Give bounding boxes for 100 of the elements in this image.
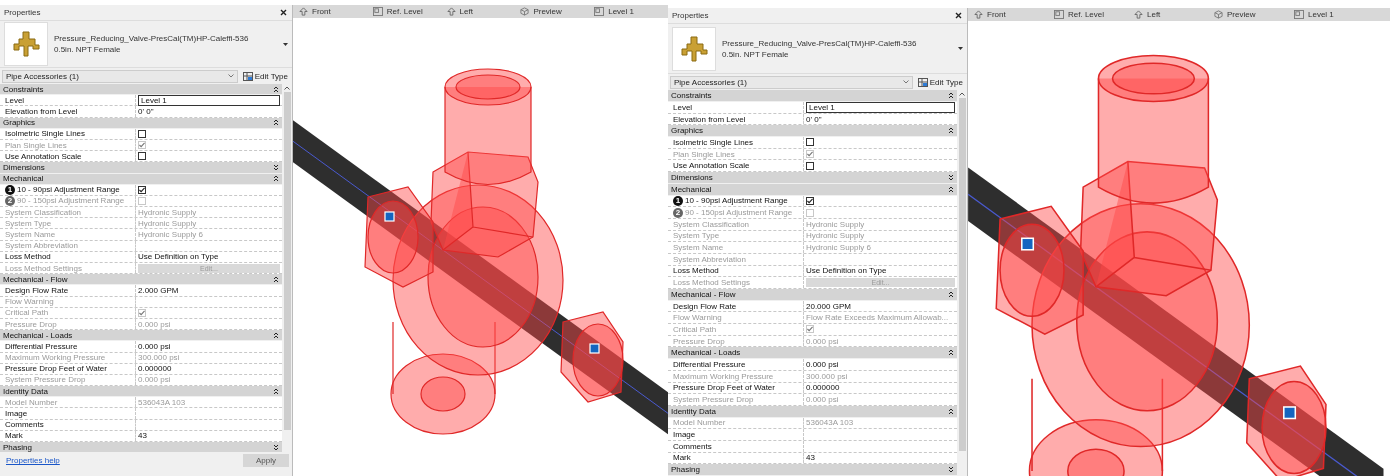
collapse-icon[interactable]	[948, 407, 954, 415]
property-value: Use Definition on Type	[806, 266, 887, 276]
property-label: Mark	[673, 453, 691, 463]
property-label: Flow Warning	[673, 313, 722, 323]
checkbox[interactable]	[806, 161, 814, 170]
collapse-icon[interactable]	[948, 92, 954, 100]
expand-icon[interactable]	[948, 173, 954, 181]
level-input-field[interactable]: Level 1	[806, 102, 955, 113]
expand-icon[interactable]	[948, 466, 954, 474]
elevation-view-icon	[1134, 10, 1143, 19]
property-value: 0' 0"	[138, 106, 154, 116]
property-label: Plan Single Lines	[5, 140, 67, 150]
collapse-icon[interactable]	[273, 275, 279, 283]
property-label: Pressure Drop	[673, 336, 725, 346]
group-header[interactable]: Mechanical - Loads	[0, 330, 282, 342]
checkbox[interactable]	[806, 138, 814, 147]
property-value: 0.000 psi	[138, 375, 171, 385]
property-label: Design Flow Rate	[673, 301, 737, 311]
level-input-field[interactable]: Level 1	[138, 95, 280, 107]
property-label: Elevation from Level	[5, 106, 78, 116]
view-tab[interactable]: Ref. Level	[1054, 8, 1134, 21]
checkbox[interactable]	[138, 129, 146, 138]
view-tab[interactable]: Preview	[520, 5, 595, 18]
group-header[interactable]: Phasing	[668, 464, 957, 476]
collapse-icon[interactable]	[273, 119, 279, 127]
group-header[interactable]: Mechanical - Loads	[668, 347, 957, 360]
group-title: Mechanical	[3, 174, 44, 184]
view-tab[interactable]: Preview	[1214, 8, 1294, 21]
collapse-icon[interactable]	[948, 349, 954, 357]
group-title: Constraints	[671, 91, 712, 101]
group-header[interactable]: Dimensions	[0, 162, 282, 174]
collapse-icon[interactable]	[273, 331, 279, 339]
property-label: Maximum Working Pressure	[5, 353, 106, 363]
group-title: Phasing	[671, 465, 700, 475]
group-header[interactable]: Mechanical	[0, 173, 282, 185]
property-value: 0.000 psi	[806, 336, 839, 346]
property-value: Use Definition on Type	[138, 252, 219, 262]
view-tab[interactable]: Front	[974, 8, 1054, 21]
property-value: Hydronic Supply 6	[138, 230, 203, 240]
floor-plan-icon	[1294, 10, 1304, 19]
step-badge: 2	[5, 195, 15, 206]
elevation-view-icon	[446, 7, 456, 16]
property-label: System Classification	[5, 207, 82, 217]
panel-title: Properties	[4, 8, 41, 17]
property-value: Hydronic Supply	[138, 207, 197, 217]
close-button[interactable]	[278, 7, 288, 18]
group-header[interactable]: Dimensions	[668, 172, 957, 184]
property-label: Design Flow Rate	[5, 285, 69, 295]
collapse-icon[interactable]	[948, 127, 954, 135]
property-value: 43	[806, 453, 815, 463]
view-tab[interactable]: Left	[446, 5, 521, 18]
view-tab[interactable]: Left	[1134, 8, 1214, 21]
group-header[interactable]: Graphics	[668, 125, 957, 138]
group-header[interactable]: Identity Data	[0, 386, 282, 398]
collapse-icon[interactable]	[273, 387, 279, 395]
checkbox[interactable]	[138, 185, 146, 194]
group-title: Phasing	[3, 442, 32, 452]
group-title: Graphics	[3, 118, 35, 128]
category-dropdown[interactable]: Pipe Accessories (1)	[2, 69, 238, 83]
dropdown-caret-icon[interactable]	[283, 42, 288, 46]
edit-type-button[interactable]: Edit Type	[915, 77, 965, 87]
expand-icon[interactable]	[273, 443, 279, 451]
property-label: Differential Pressure	[673, 359, 746, 369]
scroll-up-icon[interactable]	[284, 86, 290, 90]
group-header[interactable]: Constraints	[668, 90, 957, 102]
collapse-icon[interactable]	[948, 290, 954, 298]
property-label: Elevation from Level	[673, 114, 746, 124]
properties-help-link[interactable]: Properties help	[6, 456, 60, 466]
collapse-icon[interactable]	[273, 175, 279, 183]
property-label: Level	[5, 96, 25, 106]
checkbox[interactable]	[806, 196, 814, 205]
chevron-down-icon	[227, 74, 234, 78]
category-dropdown[interactable]: Pipe Accessories (1)	[670, 75, 913, 89]
collapse-icon[interactable]	[948, 185, 954, 193]
group-header[interactable]: Graphics	[0, 117, 282, 129]
view-tab[interactable]: Level 1	[1294, 8, 1374, 21]
property-value: 20.000 GPM	[806, 301, 851, 311]
group-header[interactable]: Mechanical - Flow	[0, 274, 282, 286]
group-header[interactable]: Phasing	[0, 442, 282, 454]
expand-icon[interactable]	[273, 163, 279, 171]
dropdown-caret-icon[interactable]	[958, 47, 963, 51]
valve-thumbnail-icon	[679, 33, 709, 64]
property-label: Isolmetric Single Lines	[673, 137, 754, 147]
group-title: Graphics	[671, 126, 703, 136]
close-button[interactable]	[953, 10, 963, 21]
view-tab[interactable]: Front	[299, 5, 373, 18]
elevation-view-icon	[974, 10, 983, 19]
collapse-icon[interactable]	[273, 85, 279, 93]
view-tab[interactable]: Ref. Level	[372, 5, 447, 18]
group-header[interactable]: Mechanical - Flow	[668, 289, 957, 301]
group-header[interactable]: Constraints	[0, 84, 282, 96]
edit-type-button[interactable]: Edit Type	[240, 71, 290, 81]
property-label: Mark	[5, 431, 23, 441]
view-tab[interactable]: Level 1	[594, 5, 668, 18]
group-header[interactable]: Identity Data	[668, 405, 957, 418]
scroll-up-icon[interactable]	[959, 92, 965, 97]
property-value: 300.000 psi	[138, 353, 180, 363]
family-name: Pressure_Reducing_Valve-PresCal(TM)HP-Caleffi-536	[54, 34, 250, 43]
checkbox[interactable]	[138, 152, 146, 161]
panel-title: Properties	[672, 10, 709, 20]
